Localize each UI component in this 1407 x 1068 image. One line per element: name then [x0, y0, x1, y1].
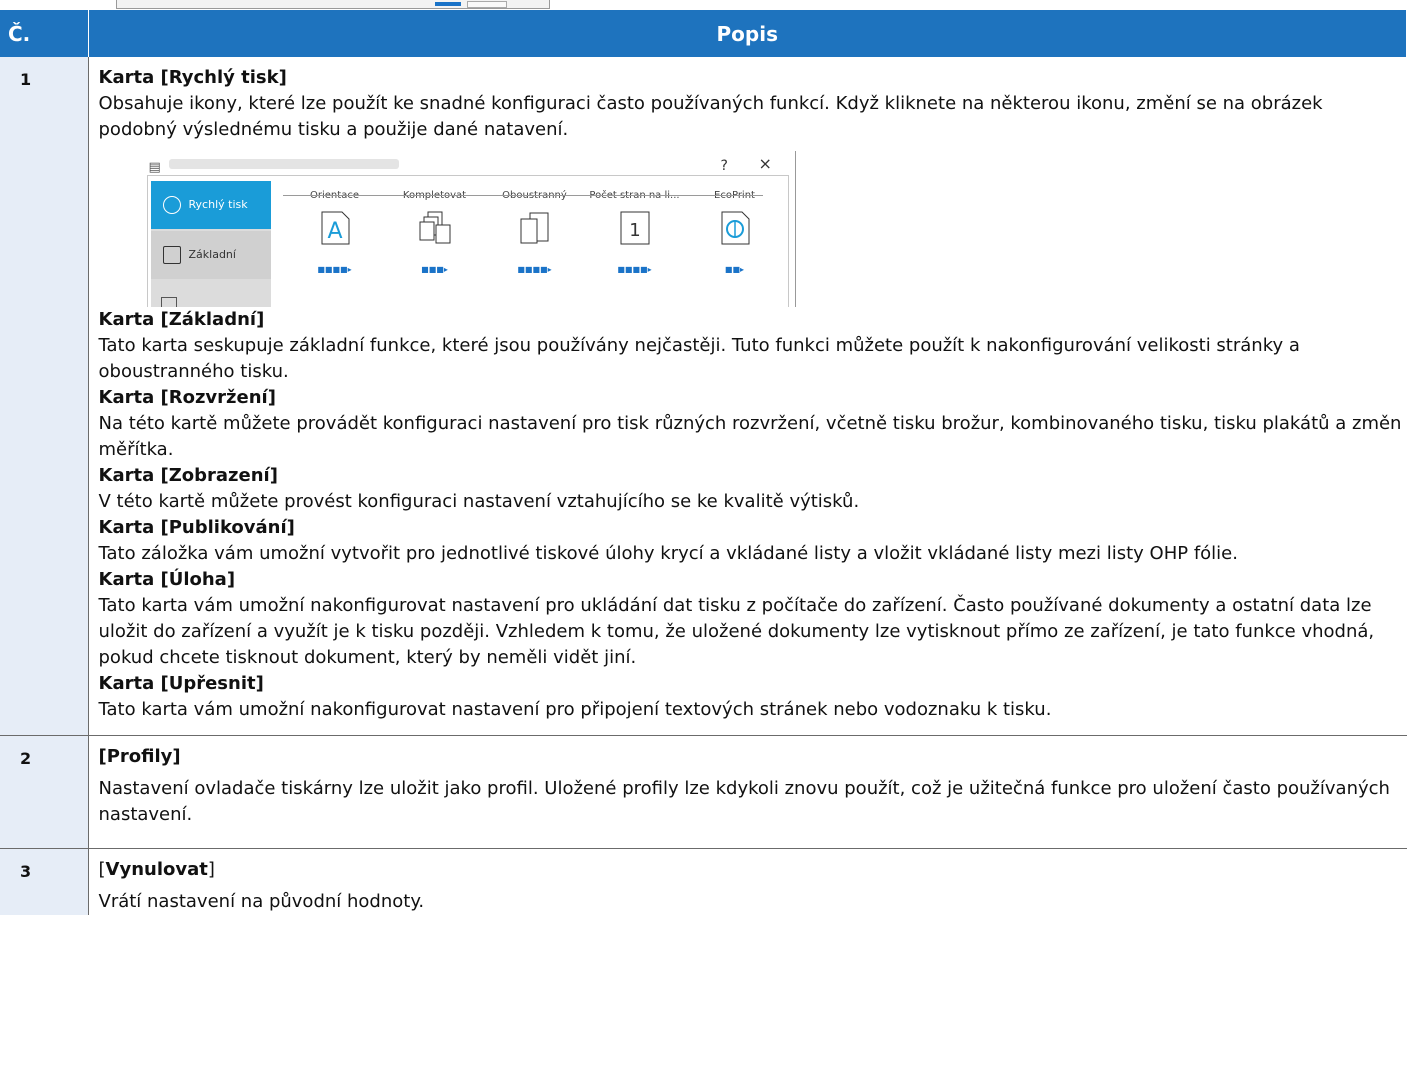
clock-icon: [162, 196, 181, 214]
svg-text:A: A: [327, 219, 342, 244]
close-icon: ×: [758, 154, 772, 173]
sidebar-item-label: Rychlý tisk: [188, 198, 248, 211]
layout-icon: [160, 297, 177, 307]
table-header: Č. Popis: [0, 10, 1407, 57]
header-number: Č.: [0, 10, 89, 57]
section-heading: [Profily]: [98, 746, 181, 767]
row-description: [Profily] Nastavení ovladače tiskárny lz…: [88, 735, 1407, 849]
orientation-icon: A: [318, 211, 352, 245]
sidebar-item-basic: Základní: [150, 231, 271, 279]
section-heading: Karta [Zobrazení]: [98, 465, 278, 486]
section-heading: [Vynulovat]: [98, 859, 215, 880]
pages-per-sheet-icon: 1: [618, 211, 652, 245]
duplex-icon: [518, 211, 552, 245]
section-text: Na této kartě můžete provádět konfigurac…: [98, 413, 1402, 460]
tab-underline: [282, 195, 763, 196]
dots-indicator: ■■■■▸: [517, 265, 552, 274]
row-number: 1: [0, 57, 89, 736]
header-description: Popis: [88, 10, 1407, 57]
tab-duplex: Oboustranný: [485, 183, 585, 209]
section-heading: Karta [Rozvržení]: [98, 387, 276, 408]
table-row: 1 Karta [Rychlý tisk] Obsahuje ikony, kt…: [0, 57, 1407, 736]
sidebar-item-label: Základní: [188, 248, 236, 261]
section-text: Nastavení ovladače tiskárny lze uložit j…: [98, 778, 1390, 825]
section-text: Tato karta vám umožní nakonfigurovat nas…: [98, 595, 1375, 668]
list-icon: [162, 246, 181, 264]
cancel-button-fragment: [467, 1, 507, 8]
tab-collate: Kompletovat: [385, 183, 485, 209]
tab-ecoprint: EcoPrint: [685, 183, 785, 209]
section-text: V této kartě můžete provést konfiguraci …: [98, 491, 860, 512]
tab-orientation: Orientace: [285, 183, 385, 209]
sidebar-item-quick-print: Rychlý tisk: [150, 181, 271, 229]
row-description: [Vynulovat] Vrátí nastavení na původní h…: [88, 849, 1407, 916]
section-text: Tato karta vám umožní nakonfigurovat nas…: [98, 699, 1052, 720]
dots-indicator: ■■■■▸: [317, 265, 352, 274]
table-row: 2 [Profily] Nastavení ovladače tiskárny …: [0, 735, 1407, 849]
section-heading: Karta [Úloha]: [98, 569, 236, 590]
section-heading: Karta [Rychlý tisk]: [98, 67, 287, 88]
print-settings-screenshot: ▤ ? × Rychlý tisk Základní A 1 ■■■■▸ ■■■…: [139, 151, 799, 307]
svg-text:1: 1: [629, 220, 640, 241]
section-heading: Karta [Upřesnit]: [98, 673, 264, 694]
section-text: Tato karta seskupuje základní funkce, kt…: [98, 335, 1300, 382]
row-number: 3: [0, 848, 89, 915]
dots-indicator: ■■■■▸: [617, 265, 652, 274]
table-row: 3 [Vynulovat] Vrátí nastavení na původní…: [0, 848, 1407, 916]
section-text: Vrátí nastavení na původní hodnoty.: [98, 891, 425, 912]
ecoprint-icon: [718, 211, 752, 245]
section-heading: Karta [Publikování]: [98, 517, 295, 538]
row-description: Karta [Rychlý tisk] Obsahuje ikony, kter…: [88, 57, 1407, 736]
section-text: Obsahuje ikony, které lze použít ke snad…: [98, 93, 1323, 140]
description-table: Č. Popis 1 Karta [Rychlý tisk] Obsahuje …: [0, 10, 1407, 915]
section-heading: Karta [Základní]: [98, 309, 265, 330]
section-text: Tato záložka vám umožní vytvořit pro jed…: [98, 543, 1238, 564]
ok-button-fragment: [435, 2, 461, 6]
tab-pages-per-sheet: Počet stran na li...: [585, 183, 685, 209]
dialog-title-blurred: [168, 159, 399, 169]
top-toolbar-fragment: [116, 0, 550, 9]
dots-indicator: ■■■▸: [421, 265, 448, 274]
row-number: 2: [0, 735, 89, 849]
scroll-edge: [794, 151, 796, 307]
dots-indicator: ■■▸: [724, 265, 745, 274]
collate-icon: [418, 211, 452, 245]
